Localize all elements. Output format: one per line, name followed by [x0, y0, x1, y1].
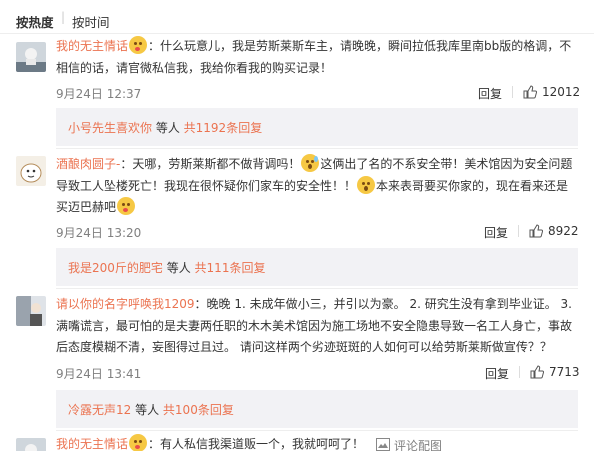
image-icon: [376, 438, 390, 451]
shocked-emoji-icon: [301, 154, 320, 172]
view-replies-link[interactable]: 共111条回复: [195, 261, 266, 275]
sub-reply-summary[interactable]: 冷露无声12 等人 共100条回复: [56, 390, 578, 428]
timestamp: 9月24日 13:41: [56, 367, 142, 381]
sort-separator: |: [61, 10, 66, 24]
divider: [56, 430, 578, 431]
view-replies-link[interactable]: 共1192条回复: [184, 121, 263, 135]
comment-meta: 9月24日 12:37 回复 12012: [56, 85, 581, 103]
like-count: 7713: [549, 365, 580, 379]
comment-text: 我的无主情话 ：有人私信我渠道贩一个，我就呵呵了！: [56, 434, 578, 451]
separator: [518, 225, 519, 237]
sub-reply-text: 等人: [162, 261, 195, 275]
sub-reply-user-link[interactable]: 小号先生喜欢你: [68, 121, 152, 135]
comment-meta: 9月24日 13:41 回复 7713: [56, 365, 580, 383]
timestamp: 9月24日 13:20: [56, 226, 142, 240]
sub-reply-summary[interactable]: 我是200斤的肥宅 等人 共111条回复: [56, 248, 578, 286]
divider: [0, 33, 594, 34]
timestamp: 9月24日 12:37: [56, 87, 142, 101]
comment-content: ：有人私信我渠道贩一个，我就呵呵了！: [148, 437, 365, 451]
avatar[interactable]: [16, 438, 46, 451]
comment-text: 请以你的名字呼唤我1209：晚晚 1. 未成年做小三，并引以为豪。 2. 研究生…: [56, 294, 578, 359]
comment-with-image-button[interactable]: 评论配图: [394, 437, 442, 451]
sub-reply-user-link[interactable]: 我是200斤的肥宅: [68, 261, 163, 275]
avatar[interactable]: [16, 296, 46, 326]
vip-badge-icon: [129, 36, 148, 54]
sort-bar: 按热度 | 按时间: [0, 0, 594, 34]
comment-text: 我的无主情话 ：什么玩意儿，我是劳斯莱斯车主，请晚晚，瞬间拉低我库里南bb版的格调…: [56, 36, 578, 79]
comment-meta: 9月24日 13:20 回复 8922: [56, 224, 579, 242]
sub-reply-text: 等人: [131, 403, 163, 417]
sub-reply-summary[interactable]: 小号先生喜欢你 等人 共1192条回复: [56, 108, 578, 146]
reply-button[interactable]: 回复: [484, 224, 508, 241]
blush-emoji-icon: [117, 197, 136, 215]
username-link[interactable]: 请以你的名字呼唤我1209: [56, 297, 195, 311]
thumbs-up-icon[interactable]: [523, 85, 537, 99]
thumbs-up-icon[interactable]: [529, 224, 543, 238]
divider: [56, 288, 578, 289]
sort-by-hot-tab[interactable]: 按热度: [16, 12, 54, 31]
sort-by-time-tab[interactable]: 按时间: [72, 12, 110, 31]
thumbs-up-icon[interactable]: [530, 365, 544, 379]
username-link[interactable]: 酒酿肉圆子-: [56, 157, 120, 171]
like-count: 8922: [548, 224, 579, 238]
sub-reply-text: 等人: [152, 121, 184, 135]
like-count: 12012: [542, 85, 581, 99]
username-link[interactable]: 我的无主情话: [56, 437, 128, 451]
separator: [512, 86, 513, 98]
reply-button[interactable]: 回复: [478, 85, 502, 102]
comment-text: 酒酿肉圆子-：天哪，劳斯莱斯都不做背调吗！ 这俩出了名的不系安全带！美术馆因为安全…: [56, 154, 578, 219]
shocked-emoji-icon: [357, 175, 376, 194]
divider: [56, 148, 578, 149]
reply-button[interactable]: 回复: [485, 365, 509, 382]
username-link[interactable]: 我的无主情话: [56, 39, 128, 53]
view-replies-link[interactable]: 共100条回复: [163, 403, 234, 417]
separator: [519, 366, 520, 378]
avatar[interactable]: [16, 156, 46, 186]
vip-badge-icon: [129, 434, 148, 451]
avatar[interactable]: [16, 42, 46, 72]
comment-content: ：天哪，劳斯莱斯都不做背调吗！: [120, 157, 301, 171]
sub-reply-user-link[interactable]: 冷露无声12: [68, 403, 131, 417]
